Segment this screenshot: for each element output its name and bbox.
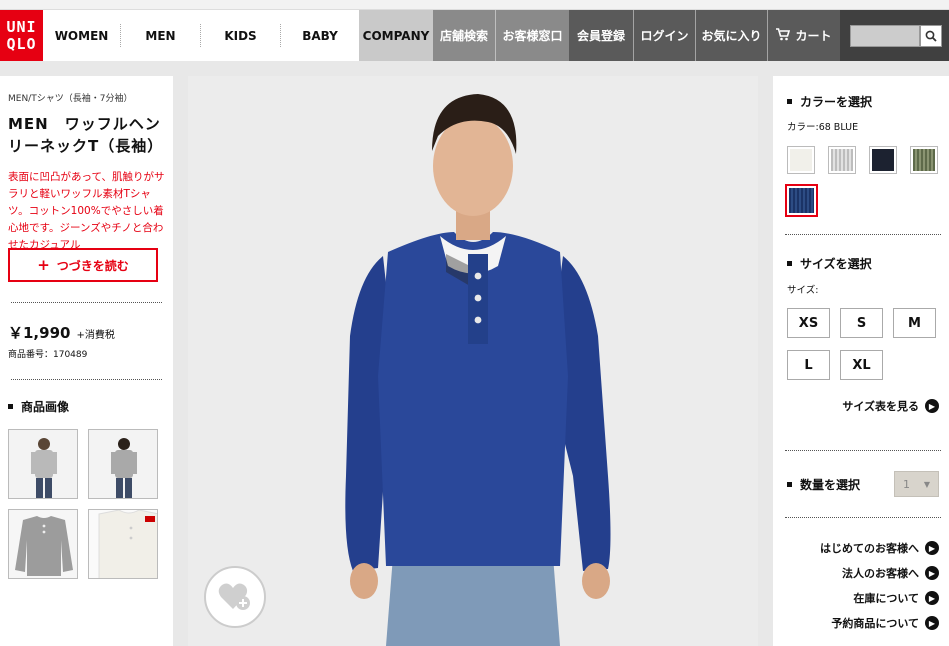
size-options: XS S M L XL (787, 308, 939, 380)
size-chart-link[interactable]: サイズ表を見る ▶ (787, 398, 939, 414)
nav-cart[interactable]: カート (768, 10, 840, 61)
divider (785, 450, 941, 451)
quantity-select[interactable]: 1 ▼ (894, 471, 939, 497)
search-input[interactable] (850, 24, 920, 47)
nav-baby[interactable]: BABY (281, 24, 359, 47)
tax-note: +消費税 (76, 330, 115, 341)
color-swatch-blue[interactable] (785, 184, 818, 217)
stock-info-link[interactable]: 在庫について ▶ (787, 590, 939, 606)
divider (11, 302, 162, 303)
quantity-heading-label: 数量を選択 (800, 477, 861, 492)
read-more-button[interactable]: + つづきを読む (8, 248, 158, 282)
product-description: 表面に凹凸があって、肌触りがサラリと軽いワッフル素材Tシャツ。コットン100%で… (8, 171, 165, 251)
color-heading: カラーを選択 (787, 93, 939, 110)
price-row: ￥1,990 +消費税 (8, 322, 165, 343)
quantity-row: 数量を選択 1 ▼ (787, 471, 939, 497)
size-label: サイズ: (787, 285, 819, 296)
price: ￥1,990 (8, 324, 71, 342)
help-links: はじめてのお客様へ ▶ 法人のお客様へ ▶ 在庫について ▶ 予約商品について … (787, 540, 939, 631)
arrow-right-icon: ▶ (925, 616, 939, 630)
plus-icon: + (37, 256, 50, 274)
thumbnail-image[interactable] (88, 509, 158, 579)
quantity-value: 1 (903, 477, 910, 491)
nav-kids[interactable]: KIDS (201, 24, 281, 47)
breadcrumb[interactable]: MEN/Tシャツ（長袖・7分袖） (8, 91, 165, 104)
quantity-heading: 数量を選択 (787, 476, 860, 493)
add-favorite-button[interactable] (204, 566, 266, 628)
size-heading: サイズを選択 (787, 255, 939, 272)
nav-register[interactable]: 会員登録 (569, 10, 634, 61)
nav-company[interactable]: COMPANY (359, 10, 433, 61)
link-label: 法人のお客様へ (842, 567, 919, 580)
divider (11, 379, 162, 380)
divider (785, 517, 941, 518)
size-xl-button[interactable]: XL (840, 350, 883, 380)
arrow-right-icon: ▶ (925, 541, 939, 555)
arrow-right-icon: ▶ (925, 566, 939, 580)
nav-men[interactable]: MEN (121, 24, 201, 47)
corporate-customer-link[interactable]: 法人のお客様へ ▶ (787, 565, 939, 581)
link-label: はじめてのお客様へ (820, 542, 919, 555)
search-icon (925, 30, 937, 42)
search-button[interactable] (920, 24, 942, 47)
main-product-image[interactable] (188, 76, 758, 646)
images-heading-label: 商品画像 (21, 400, 70, 414)
product-info-panel: MEN/Tシャツ（長袖・7分袖） MEN ワッフルヘンリーネックT（長袖） 表面… (0, 76, 173, 646)
cart-icon (776, 27, 791, 44)
browser-top-strip (0, 0, 949, 10)
color-swatch-white[interactable] (787, 146, 815, 174)
model-photo (188, 76, 758, 646)
cart-label: カート (795, 29, 832, 43)
size-m-button[interactable]: M (893, 308, 936, 338)
bullet-icon (787, 261, 792, 266)
nav-women[interactable]: WOMEN (43, 24, 121, 47)
reservation-info-link[interactable]: 予約商品について ▶ (787, 615, 939, 631)
product-title: MEN ワッフルヘンリーネックT（長袖） (8, 115, 164, 155)
heart-plus-icon (218, 583, 250, 610)
color-heading-label: カラーを選択 (800, 95, 873, 109)
site-header: UNI QLO WOMEN MEN KIDS BABY COMPANY 店舗検索… (0, 10, 949, 61)
color-swatches (785, 146, 939, 217)
nav-store-search[interactable]: 店舗検索 (433, 10, 496, 61)
read-more-label: つづきを読む (56, 258, 129, 273)
size-xs-button[interactable]: XS (787, 308, 830, 338)
main-nav: WOMEN MEN KIDS BABY (43, 10, 359, 61)
service-nav: 店舗検索 お客様窓口 (433, 10, 569, 61)
thumbnail-image[interactable] (8, 429, 78, 499)
thumbnail-grid (8, 429, 165, 579)
arrow-right-icon: ▶ (925, 591, 939, 605)
bullet-icon (8, 404, 13, 409)
color-swatch-olive[interactable] (910, 146, 938, 174)
nav-customer-service[interactable]: お客様窓口 (496, 10, 569, 61)
logo-line-2: QLO (6, 34, 37, 53)
dropdown-arrow-icon: ▼ (923, 479, 930, 489)
color-swatch-gray[interactable] (828, 146, 856, 174)
nav-favorites[interactable]: お気に入り (696, 10, 768, 61)
color-swatch-black[interactable] (869, 146, 897, 174)
logo-line-1: UNI (6, 17, 37, 36)
size-chart-label: サイズ表を見る (842, 400, 919, 413)
purchase-panel: カラーを選択 カラー:68 BLUE サイズを選択 サイズ: XS S M L … (773, 76, 949, 646)
search-area (840, 10, 949, 61)
bullet-icon (787, 99, 792, 104)
link-label: 予約商品について (831, 617, 919, 630)
divider (785, 234, 941, 235)
arrow-right-icon: ▶ (925, 399, 939, 413)
selected-color-label: カラー:68 BLUE (787, 122, 859, 133)
nav-login[interactable]: ログイン (634, 10, 696, 61)
thumbnail-image[interactable] (88, 429, 158, 499)
product-code: 商品番号：170489 (8, 350, 88, 360)
size-heading-label: サイズを選択 (800, 257, 872, 271)
first-time-customer-link[interactable]: はじめてのお客様へ ▶ (787, 540, 939, 556)
size-s-button[interactable]: S (840, 308, 883, 338)
size-l-button[interactable]: L (787, 350, 830, 380)
link-label: 在庫について (853, 592, 919, 605)
thumbnail-image[interactable] (8, 509, 78, 579)
uniqlo-logo[interactable]: UNI QLO (0, 10, 43, 61)
images-heading: 商品画像 (8, 398, 165, 415)
account-nav: 会員登録 ログイン お気に入り カート (569, 10, 840, 61)
bullet-icon (787, 481, 792, 487)
